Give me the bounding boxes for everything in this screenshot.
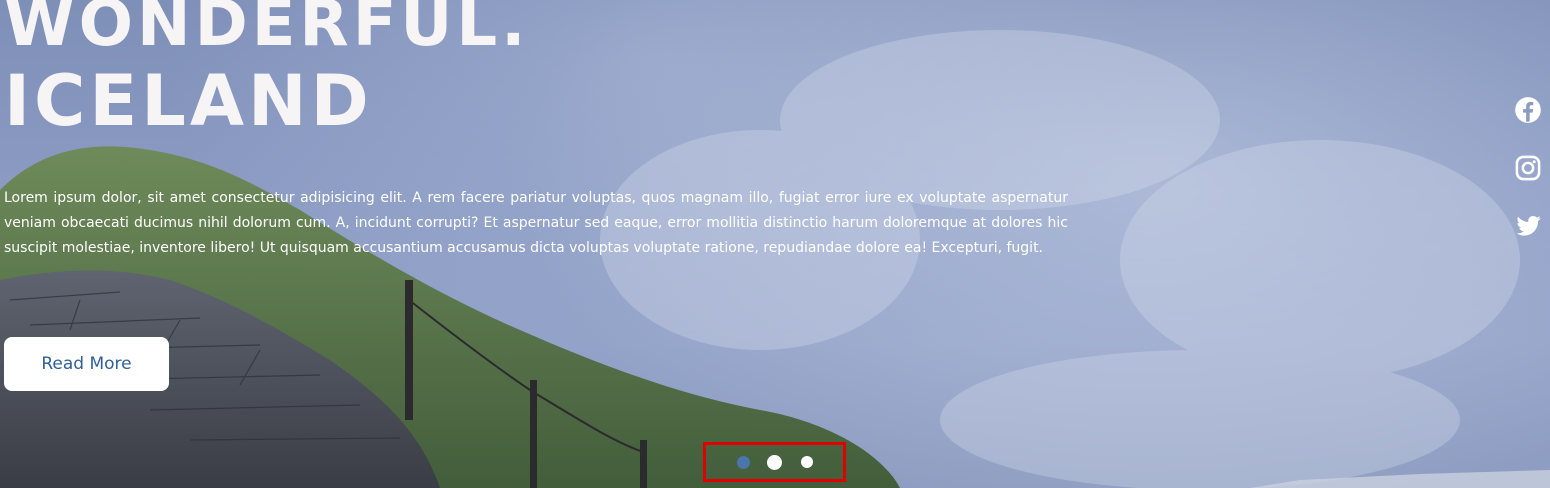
facebook-link[interactable]	[1514, 96, 1544, 126]
twitter-link[interactable]	[1514, 212, 1544, 242]
facebook-icon	[1515, 97, 1541, 123]
instagram-link[interactable]	[1514, 154, 1544, 184]
slider-dot-3[interactable]	[801, 456, 813, 468]
slider-dot-1-active[interactable]	[737, 456, 750, 469]
hero-title-line-2: ICELAND	[4, 60, 373, 142]
hero-title-line-1: WONDERFUL.	[4, 0, 530, 61]
read-more-button[interactable]: Read More	[4, 337, 169, 391]
hero-section: WONDERFUL. ICELAND Lorem ipsum dolor, si…	[0, 0, 1550, 488]
slider-pagination-highlight	[703, 442, 846, 482]
hero-description: Lorem ipsum dolor, sit amet consectetur …	[4, 190, 1068, 256]
slider-dot-2[interactable]	[767, 455, 782, 470]
instagram-icon	[1515, 155, 1541, 181]
twitter-icon	[1516, 215, 1541, 236]
social-links	[1514, 96, 1546, 270]
